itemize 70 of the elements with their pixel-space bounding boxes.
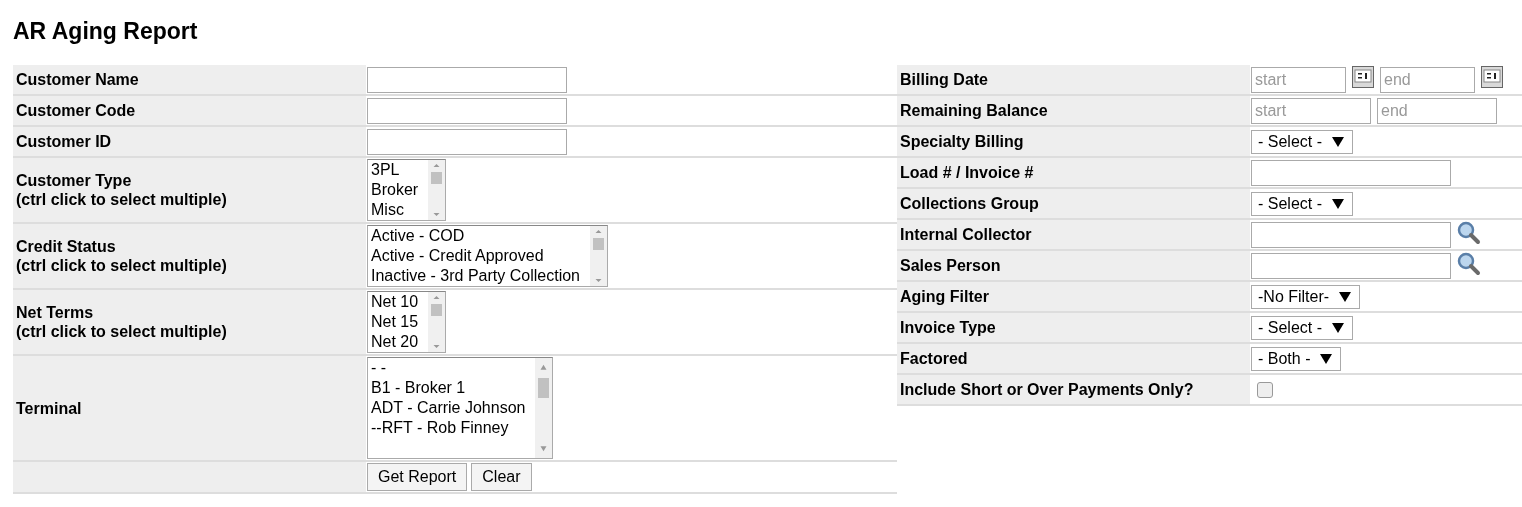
field-label: Customer ID [16,132,113,151]
caret-icon [1320,353,1333,364]
action-button[interactable]: Get Report [367,463,468,491]
dropdown[interactable]: - Select - [1251,315,1353,340]
list-option[interactable]: B1 - Broker 1 [371,378,526,398]
text-field[interactable] [1251,252,1451,279]
list-box[interactable]: Net 10 Net 15 Net 20 [367,291,447,353]
caret-icon [1339,291,1352,302]
start-date-field[interactable]: start [1251,66,1346,93]
field-label: Remaining Balance [900,101,1049,120]
end-date-field[interactable]: end [1380,66,1475,93]
field-label: Sales Person [900,256,1002,275]
field-hint: (ctrl click to select multiple) [16,322,228,341]
scrollbar[interactable] [535,358,553,458]
calendar-icon[interactable] [1481,66,1503,88]
list-option[interactable]: Active - Credit Approved [371,246,580,266]
list-option[interactable]: --RFT - Rob Finney [371,418,526,438]
field-label: Terminal [16,398,83,418]
list-box[interactable]: 3PL Broker Misc [367,159,447,221]
caret-icon [1332,198,1344,209]
text-field[interactable] [1251,159,1451,186]
dropdown[interactable]: - Both - [1251,346,1342,371]
list-option[interactable]: Inactive - 3rd Party Collection [371,266,580,286]
scrollbar[interactable] [428,292,446,352]
field-label: Credit Status [16,237,117,256]
field-hint: (ctrl click to select multiple) [16,256,228,275]
field-label: Factored [900,349,969,368]
end-field[interactable]: end [1377,97,1497,124]
list-option[interactable]: Misc [371,200,419,220]
field-label: Invoice Type [900,318,997,337]
page-title: AR Aging Report [13,18,199,45]
field-label: Customer Name [16,70,140,89]
field-label: Collections Group [900,194,1040,213]
field-label: Load # / Invoice # [900,163,1035,182]
list-option[interactable]: ADT - Carrie Johnson [371,398,526,418]
field-hint: (ctrl click to select multiple) [16,190,228,209]
start-field[interactable]: start [1251,97,1371,124]
caret-icon [1332,136,1344,147]
caret-icon [1332,322,1344,333]
list-option[interactable]: - - [371,358,526,378]
scrollbar[interactable] [428,160,446,220]
field-label: Net Terms [16,303,95,322]
field-label: Internal Collector [900,225,1033,244]
field-label: Include Short or Over Payments Only? [900,380,1195,399]
list-box[interactable]: - - B1 - Broker 1 ADT - Carrie Johnson --RFT - Rob Finney [367,357,554,459]
list-box[interactable]: Active - COD Active - Credit Approved Inactive - 3rd Party Collection [367,225,608,287]
list-option[interactable]: Net 10 [371,292,419,312]
action-button[interactable]: Clear [471,463,532,491]
field-label: Customer Code [16,101,137,120]
calendar-icon[interactable] [1352,66,1374,88]
text-field[interactable] [367,66,567,93]
text-field[interactable] [367,97,567,124]
dropdown[interactable]: - Select - [1251,129,1353,154]
dropdown[interactable]: - Select - [1251,191,1353,216]
search-icon[interactable] [1457,252,1481,276]
field-label: Billing Date [900,70,989,89]
dropdown[interactable]: -No Filter- [1251,284,1361,309]
field-label: Aging Filter [900,287,990,306]
scrollbar[interactable] [590,226,607,286]
list-option[interactable]: Active - COD [371,226,580,246]
list-option[interactable]: Broker [371,180,419,200]
list-option[interactable]: Net 15 [371,312,419,332]
text-field[interactable] [367,128,567,155]
search-icon[interactable] [1457,221,1481,245]
list-option[interactable]: 3PL [371,160,419,180]
field-label: Specialty Billing [900,132,1025,151]
list-option[interactable]: Net 20 [371,332,419,352]
field-label: Customer Type [16,171,133,190]
checkbox[interactable] [1257,381,1273,398]
text-field[interactable] [1251,221,1451,248]
